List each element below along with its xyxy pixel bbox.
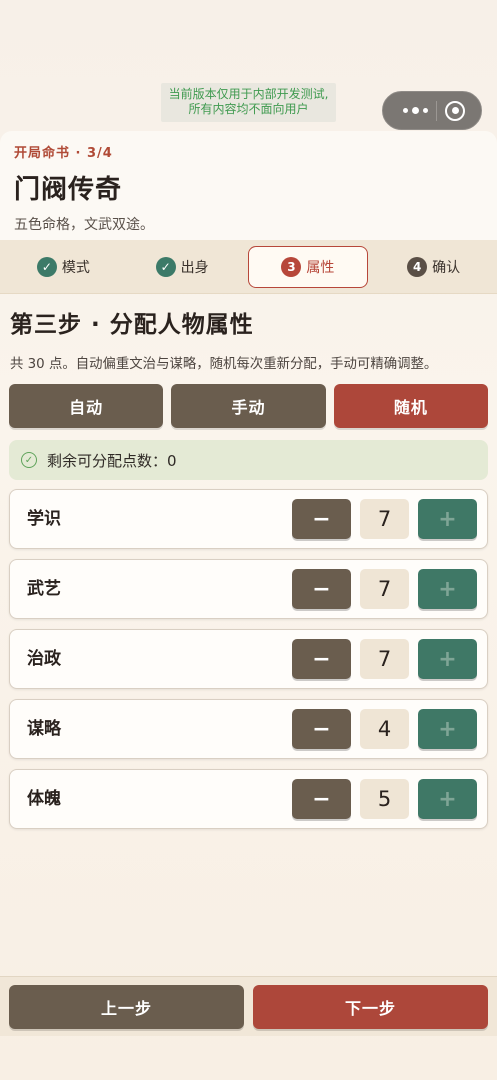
step-origin[interactable]: ✓ 出身 [123, 246, 242, 288]
attribute-name: 体魄 [27, 789, 61, 809]
stepper: ✓ 模式 ✓ 出身 3 属性 4 确认 [0, 240, 497, 294]
check-circle-icon: ✓ [21, 452, 37, 468]
attribute-name: 治政 [27, 649, 61, 669]
step-label: 模式 [61, 259, 90, 276]
increase-button[interactable]: + [418, 569, 477, 609]
more-icon[interactable] [403, 107, 428, 114]
attribute-stepper: − 7 + [292, 569, 477, 609]
decrease-button[interactable]: − [292, 569, 351, 609]
remaining-points-label: 剩余可分配点数：0 [47, 451, 177, 470]
capsule-divider [436, 100, 437, 121]
step-label: 出身 [180, 259, 209, 276]
decrease-button[interactable]: − [292, 779, 351, 819]
attribute-value: 4 [360, 709, 409, 749]
dev-notice-line1: 当前版本仅用于内部开发测试, [168, 87, 329, 101]
prev-step-button[interactable]: 上一步 [9, 985, 244, 1029]
decrease-button[interactable]: − [292, 499, 351, 539]
breadcrumb: 开局命书 · 3/4 [14, 146, 113, 161]
dev-notice-line2: 所有内容均不面向用户 [188, 102, 309, 116]
remaining-points-banner: ✓ 剩余可分配点数：0 [9, 440, 488, 480]
attribute-value: 7 [360, 639, 409, 679]
dev-notice: 当前版本仅用于内部开发测试, 所有内容均不面向用户 [161, 83, 336, 122]
decrease-button[interactable]: − [292, 709, 351, 749]
attribute-name: 武艺 [27, 579, 61, 599]
section-description: 共 30 点。自动偏重文治与谋略，随机每次重新分配，手动可精确调整。 [10, 357, 438, 372]
attribute-row-zhizheng: 治政 − 7 + [9, 629, 488, 689]
attribute-stepper: − 4 + [292, 709, 477, 749]
step-number-badge: 3 [281, 256, 302, 277]
attribute-stepper: − 7 + [292, 639, 477, 679]
auto-button[interactable]: 自动 [9, 384, 164, 428]
attribute-row-tipo: 体魄 − 5 + [9, 769, 488, 829]
section-title: 第三步 · 分配人物属性 [10, 312, 254, 338]
mini-program-capsule [382, 91, 482, 130]
attribute-row-xueshi: 学识 − 7 + [9, 489, 488, 549]
step-label: 确认 [432, 259, 461, 276]
step-label: 属性 [306, 259, 335, 276]
check-icon: ✓ [36, 256, 57, 277]
random-button[interactable]: 随机 [333, 384, 488, 428]
next-step-button[interactable]: 下一步 [253, 985, 488, 1029]
step-confirm[interactable]: 4 确认 [374, 246, 493, 288]
increase-button[interactable]: + [418, 779, 477, 819]
page-title: 门阀传奇 [14, 175, 123, 205]
attribute-name: 学识 [27, 509, 61, 529]
attribute-value: 5 [360, 779, 409, 819]
attribute-stepper: − 5 + [292, 779, 477, 819]
attribute-row-wuyi: 武艺 − 7 + [9, 559, 488, 619]
step-attributes[interactable]: 3 属性 [247, 245, 369, 288]
step-number-badge: 4 [407, 256, 428, 277]
footer-nav: 上一步 下一步 [0, 976, 497, 1036]
manual-button[interactable]: 手动 [171, 384, 326, 428]
increase-button[interactable]: + [418, 639, 477, 679]
increase-button[interactable]: + [418, 499, 477, 539]
attribute-row-moulue: 谋略 − 4 + [9, 699, 488, 759]
increase-button[interactable]: + [418, 709, 477, 749]
check-icon: ✓ [155, 256, 176, 277]
attribute-value: 7 [360, 499, 409, 539]
close-target-icon[interactable] [445, 100, 465, 121]
attribute-name: 谋略 [27, 719, 61, 739]
step-mode[interactable]: ✓ 模式 [4, 246, 123, 288]
attribute-stepper: − 7 + [292, 499, 477, 539]
page-header: 开局命书 · 3/4 门阀传奇 五色命格，文武双途。 [0, 131, 497, 241]
attribute-value: 7 [360, 569, 409, 609]
decrease-button[interactable]: − [292, 639, 351, 679]
page-subtitle: 五色命格，文武双途。 [14, 217, 154, 233]
attribute-list: 学识 − 7 + 武艺 − 7 + 治政 − 7 + 谋略 − 4 + 体魄 −… [9, 489, 488, 839]
mode-selector: 自动 手动 随机 [9, 384, 488, 428]
